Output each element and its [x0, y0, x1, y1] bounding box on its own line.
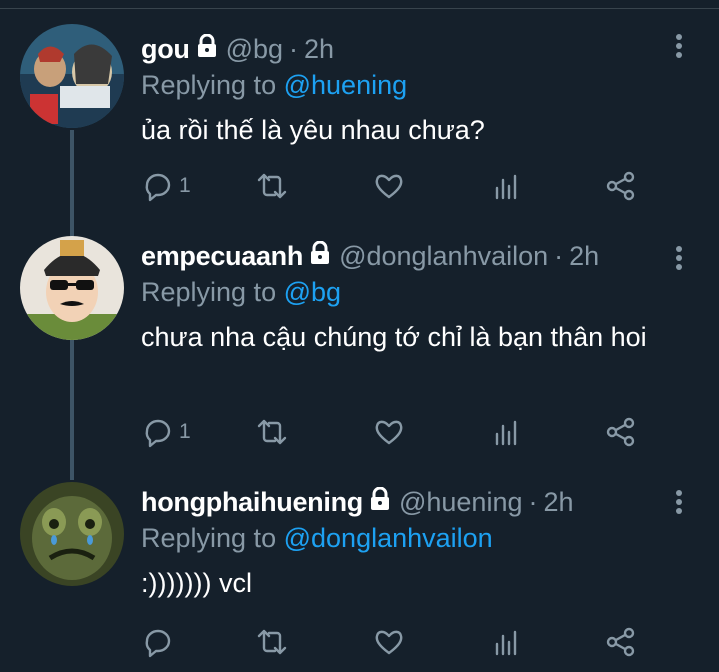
reply-icon: [145, 419, 171, 448]
avatar-image: [20, 24, 124, 128]
share-icon: [606, 171, 635, 201]
separator-dot: ·: [289, 33, 299, 64]
tweet-actions: 1: [141, 416, 641, 450]
replying-prefix: Replying to: [141, 523, 277, 553]
replying-to: Replying to @huening: [141, 70, 679, 104]
share-button[interactable]: [605, 626, 637, 658]
analytics-icon: [495, 630, 517, 656]
reply-icon: [145, 173, 171, 202]
share-icon: [606, 627, 635, 657]
reply-button[interactable]: [141, 626, 179, 658]
timestamp[interactable]: 2h: [304, 34, 334, 65]
retweet-button[interactable]: [255, 170, 289, 202]
avatar[interactable]: [20, 482, 124, 586]
tweet-text: ủa rồi thế là yêu nhau chưa?: [141, 115, 485, 145]
replying-to: Replying to @donglanhvailon: [141, 523, 679, 557]
replying-to-link[interactable]: @bg: [284, 277, 341, 307]
tweet-actions: [141, 626, 641, 660]
timestamp[interactable]: 2h: [569, 241, 599, 272]
replying-to-link[interactable]: @donglanhvailon: [284, 523, 493, 553]
replying-to-link[interactable]: @huening: [284, 70, 408, 100]
retweet-button[interactable]: [255, 626, 289, 658]
retweet-button[interactable]: [255, 416, 289, 448]
like-button[interactable]: [373, 170, 405, 202]
analytics-icon: [495, 420, 517, 446]
display-name[interactable]: hongphaihuening: [141, 487, 363, 518]
display-name[interactable]: gou: [141, 34, 190, 65]
separator-dot: ·: [554, 240, 564, 271]
analytics-button[interactable]: [491, 170, 521, 202]
tweet-actions: 1: [141, 170, 641, 204]
like-icon: [375, 420, 403, 445]
timestamp[interactable]: 2h: [543, 487, 573, 518]
replying-to: Replying to @bg: [141, 277, 679, 311]
avatar[interactable]: [20, 236, 124, 340]
like-button[interactable]: [373, 626, 405, 658]
analytics-icon: [495, 174, 517, 200]
analytics-button[interactable]: [491, 626, 521, 658]
display-name[interactable]: empecuaanh: [141, 241, 303, 272]
tweet-text: chưa nha cậu chúng tớ chỉ là bạn thân ho…: [141, 322, 647, 352]
avatar-image: [20, 482, 124, 586]
reply-button[interactable]: 1: [141, 416, 191, 448]
handle[interactable]: @huening: [399, 487, 523, 518]
analytics-button[interactable]: [491, 416, 521, 448]
top-divider: [0, 8, 719, 9]
replying-prefix: Replying to: [141, 70, 277, 100]
retweet-icon: [257, 419, 287, 445]
reply-count: 1: [179, 420, 191, 443]
like-icon: [375, 174, 403, 199]
share-button[interactable]: [605, 416, 637, 448]
reply-count: 1: [179, 174, 191, 197]
share-icon: [606, 417, 635, 447]
handle[interactable]: @donglanhvailon: [339, 241, 548, 272]
replying-prefix: Replying to: [141, 277, 277, 307]
retweet-icon: [257, 173, 287, 199]
separator-dot: ·: [528, 486, 538, 517]
avatar[interactable]: [20, 24, 124, 128]
lock-icon: [309, 240, 331, 272]
reply-button[interactable]: 1: [141, 170, 191, 202]
like-icon: [375, 630, 403, 655]
lock-icon: [369, 486, 391, 518]
share-button[interactable]: [605, 170, 637, 202]
handle[interactable]: @bg: [226, 34, 283, 65]
tweet-text: :))))))) vcl: [141, 568, 252, 598]
like-button[interactable]: [373, 416, 405, 448]
lock-icon: [196, 33, 218, 65]
more-icon[interactable]: [675, 246, 683, 273]
more-icon[interactable]: [675, 34, 683, 61]
more-icon[interactable]: [675, 490, 683, 517]
avatar-image: [20, 236, 124, 340]
retweet-icon: [257, 629, 287, 655]
reply-icon: [145, 629, 171, 658]
